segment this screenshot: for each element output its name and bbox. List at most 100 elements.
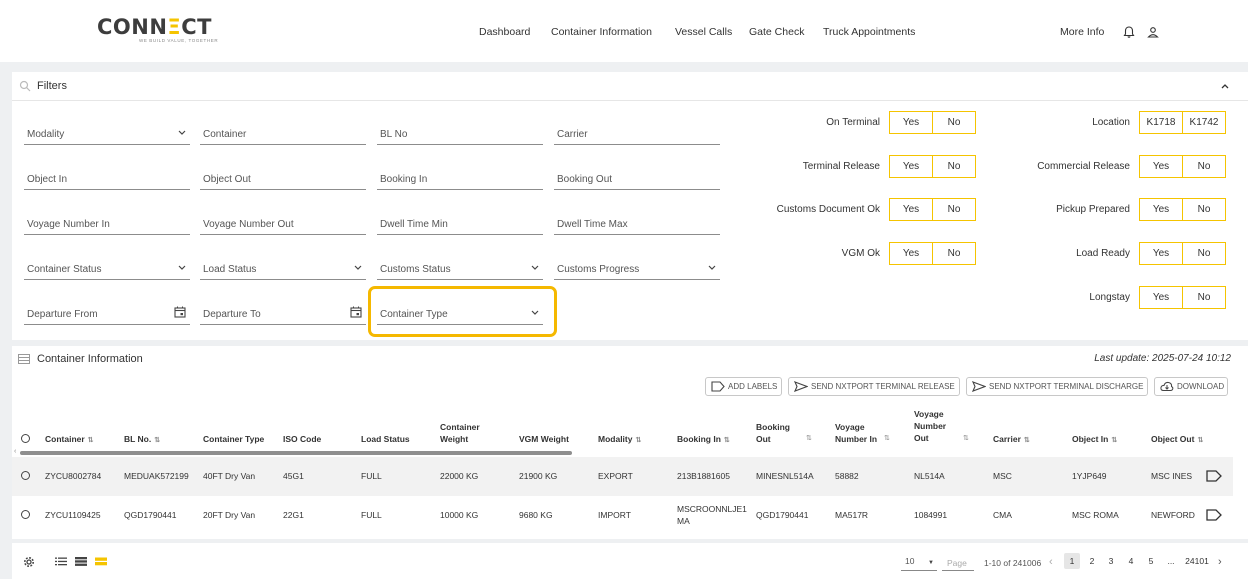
carrier-input[interactable]: Carrier	[554, 123, 720, 145]
col-container-weight[interactable]: Container Weight	[440, 421, 490, 445]
add-labels-button[interactable]: ADD LABELS	[705, 377, 782, 396]
chevron-up-icon[interactable]	[1220, 81, 1230, 91]
on-terminal-no[interactable]: No	[932, 112, 975, 133]
table-icon	[18, 354, 30, 364]
cell-container-weight: 22000 KG	[440, 471, 479, 481]
dwell-time-min-input[interactable]: Dwell Time Min	[377, 213, 543, 235]
terminal-release-yes[interactable]: Yes	[890, 156, 932, 177]
voyage-number-out-input[interactable]: Voyage Number Out	[200, 213, 366, 235]
voyage-number-in-input[interactable]: Voyage Number In	[24, 213, 190, 235]
on-terminal-yes[interactable]: Yes	[890, 112, 932, 133]
container-status-select[interactable]: Container Status	[24, 258, 190, 280]
longstay-no[interactable]: No	[1182, 287, 1225, 308]
label-icon[interactable]	[1206, 470, 1222, 482]
customs-status-select[interactable]: Customs Status	[377, 258, 543, 280]
send-nxtport-terminal-release-button[interactable]: SEND NXTPORT TERMINAL RELEASE	[788, 377, 960, 396]
compact-list-icon[interactable]	[55, 557, 67, 566]
page-3[interactable]: 3	[1103, 553, 1119, 569]
list-icon[interactable]	[75, 557, 87, 566]
label-icon[interactable]	[1206, 509, 1222, 521]
pickup-prepared-no[interactable]: No	[1182, 199, 1225, 220]
dwell-time-max-input[interactable]: Dwell Time Max	[554, 213, 720, 235]
col-container-type[interactable]: Container Type	[203, 433, 264, 445]
table-row[interactable]: ZYCU1109425 QGD1790441 20FT Dry Van 22G1…	[12, 496, 1233, 535]
cell-object-out: MSC INES	[1151, 471, 1193, 481]
booking-in-input[interactable]: Booking In	[377, 168, 543, 190]
page-5[interactable]: 5	[1143, 553, 1159, 569]
sort-icon: ⇅	[1023, 437, 1030, 444]
nav-dashboard[interactable]: Dashboard	[479, 26, 530, 38]
col-object-in[interactable]: Object In ⇅	[1072, 433, 1117, 447]
commercial-release-no[interactable]: No	[1182, 156, 1225, 177]
location-k1718[interactable]: K1718	[1140, 112, 1182, 133]
page-1[interactable]: 1	[1064, 553, 1080, 569]
commercial-release-yes[interactable]: Yes	[1140, 156, 1182, 177]
comfortable-list-icon[interactable]	[95, 557, 107, 566]
nav-container-information[interactable]: Container Information	[551, 26, 652, 38]
col-load-status[interactable]: Load Status	[361, 433, 410, 445]
booking-out-input[interactable]: Booking Out	[554, 168, 720, 190]
vgm-ok-no[interactable]: No	[932, 243, 975, 264]
page-2[interactable]: 2	[1084, 553, 1100, 569]
cell-booking-out: MINESNL514A	[756, 471, 814, 481]
nav-truck-appointments[interactable]: Truck Appointments	[823, 26, 915, 38]
col-object-out[interactable]: Object Out ⇅	[1151, 433, 1203, 447]
object-in-input[interactable]: Object In	[24, 168, 190, 190]
col-vgm-weight[interactable]: VGM Weight	[519, 433, 569, 445]
load-ready-yes[interactable]: Yes	[1140, 243, 1182, 264]
pickup-prepared-yes[interactable]: Yes	[1140, 199, 1182, 220]
longstay-yes[interactable]: Yes	[1140, 287, 1182, 308]
bell-icon[interactable]	[1122, 25, 1136, 39]
horizontal-scrollbar[interactable]	[20, 451, 572, 455]
location-k1742[interactable]: K1742	[1182, 112, 1225, 133]
bl-no-input[interactable]: BL No	[377, 123, 543, 145]
col-booking-in[interactable]: Booking In ⇅	[677, 433, 730, 447]
col-bl-no[interactable]: BL No. ⇅	[124, 433, 160, 447]
page-last[interactable]: 24101	[1183, 553, 1211, 569]
page-input[interactable]: Page	[942, 555, 974, 571]
col-modality[interactable]: Modality ⇅	[598, 433, 641, 447]
cell-vgm-weight: 9680 KG	[519, 510, 553, 520]
nav-vessel-calls[interactable]: Vessel Calls	[675, 26, 732, 38]
customs-document-ok-yes[interactable]: Yes	[890, 199, 932, 220]
col-container[interactable]: Container ⇅	[45, 433, 94, 447]
load-ready-label: Load Ready	[1076, 248, 1130, 259]
col-iso-code[interactable]: ISO Code	[283, 433, 321, 445]
modality-select[interactable]: Modality	[24, 123, 190, 145]
label-icon	[711, 381, 725, 392]
connect-logo[interactable]: CONNΞCT WE BUILD VALUE, TOGETHER	[97, 16, 218, 43]
select-all-radio[interactable]	[21, 434, 30, 443]
object-out-input[interactable]: Object Out	[200, 168, 366, 190]
departure-from-input[interactable]: Departure From	[24, 303, 190, 325]
load-ready-toggle: Yes No	[1139, 242, 1226, 265]
col-voyage-number-out[interactable]: Voyage Number Out	[914, 408, 954, 444]
load-ready-no[interactable]: No	[1182, 243, 1225, 264]
nav-gate-check[interactable]: Gate Check	[749, 26, 804, 38]
next-page-icon[interactable]: ›	[1218, 556, 1222, 568]
col-voyage-number-in[interactable]: Voyage Number In	[835, 421, 883, 445]
row-select-radio[interactable]	[21, 471, 30, 480]
customs-document-ok-no[interactable]: No	[932, 199, 975, 220]
calendar-icon[interactable]	[174, 306, 186, 318]
load-status-select[interactable]: Load Status	[200, 258, 366, 280]
page-4[interactable]: 4	[1123, 553, 1139, 569]
col-carrier[interactable]: Carrier ⇅	[993, 433, 1030, 447]
row-select-radio[interactable]	[21, 510, 30, 519]
prev-page-icon[interactable]: ‹	[1049, 556, 1053, 568]
col-booking-out[interactable]: Booking Out	[756, 421, 796, 445]
calendar-icon[interactable]	[350, 306, 362, 318]
send-nxtport-terminal-discharge-button[interactable]: SEND NXTPORT TERMINAL DISCHARGE	[966, 377, 1148, 396]
filters-header[interactable]: Filters	[12, 72, 1248, 101]
terminal-release-no[interactable]: No	[932, 156, 975, 177]
gear-icon[interactable]	[23, 556, 35, 568]
scroll-left-icon[interactable]: ‹	[14, 448, 16, 455]
departure-to-input[interactable]: Departure To	[200, 303, 366, 325]
table-row[interactable]: ZYCU8002784 MEDUAK572199 40FT Dry Van 45…	[12, 457, 1233, 496]
customs-progress-select[interactable]: Customs Progress	[554, 258, 720, 280]
container-input[interactable]: Container	[200, 123, 366, 145]
download-button[interactable]: DOWNLOAD	[1154, 377, 1228, 396]
vgm-ok-yes[interactable]: Yes	[890, 243, 932, 264]
nav-more-info[interactable]: More Info	[1060, 26, 1104, 38]
page-size-select[interactable]: 10 ▼	[901, 555, 937, 571]
user-icon[interactable]	[1146, 25, 1160, 39]
